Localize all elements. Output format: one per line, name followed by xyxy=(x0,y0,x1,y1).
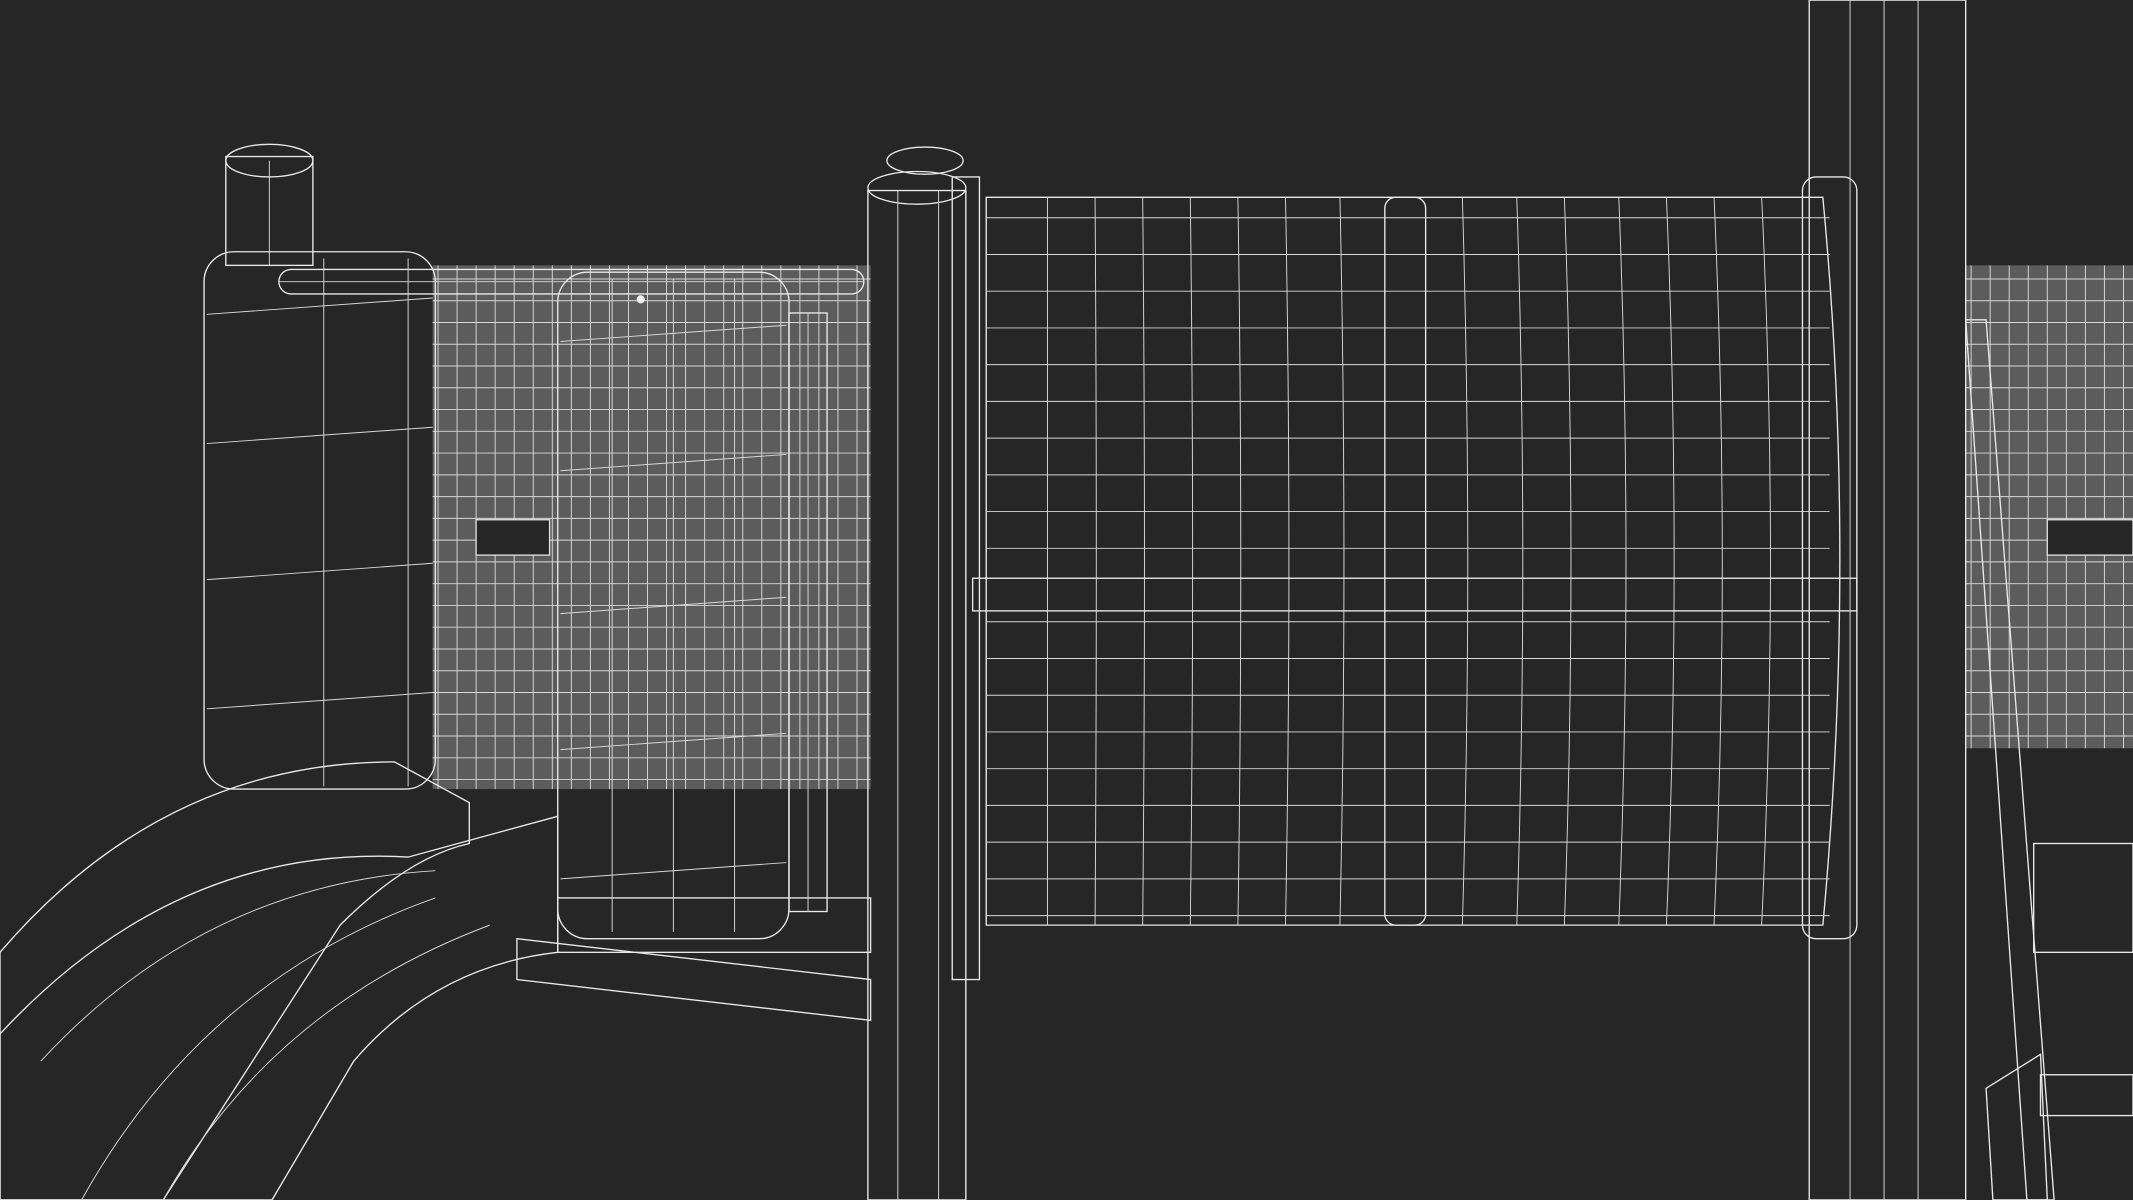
window-opening xyxy=(475,519,551,556)
background xyxy=(0,0,2133,1200)
wireframe-render xyxy=(0,0,2133,1200)
window-opening xyxy=(2046,519,2133,556)
